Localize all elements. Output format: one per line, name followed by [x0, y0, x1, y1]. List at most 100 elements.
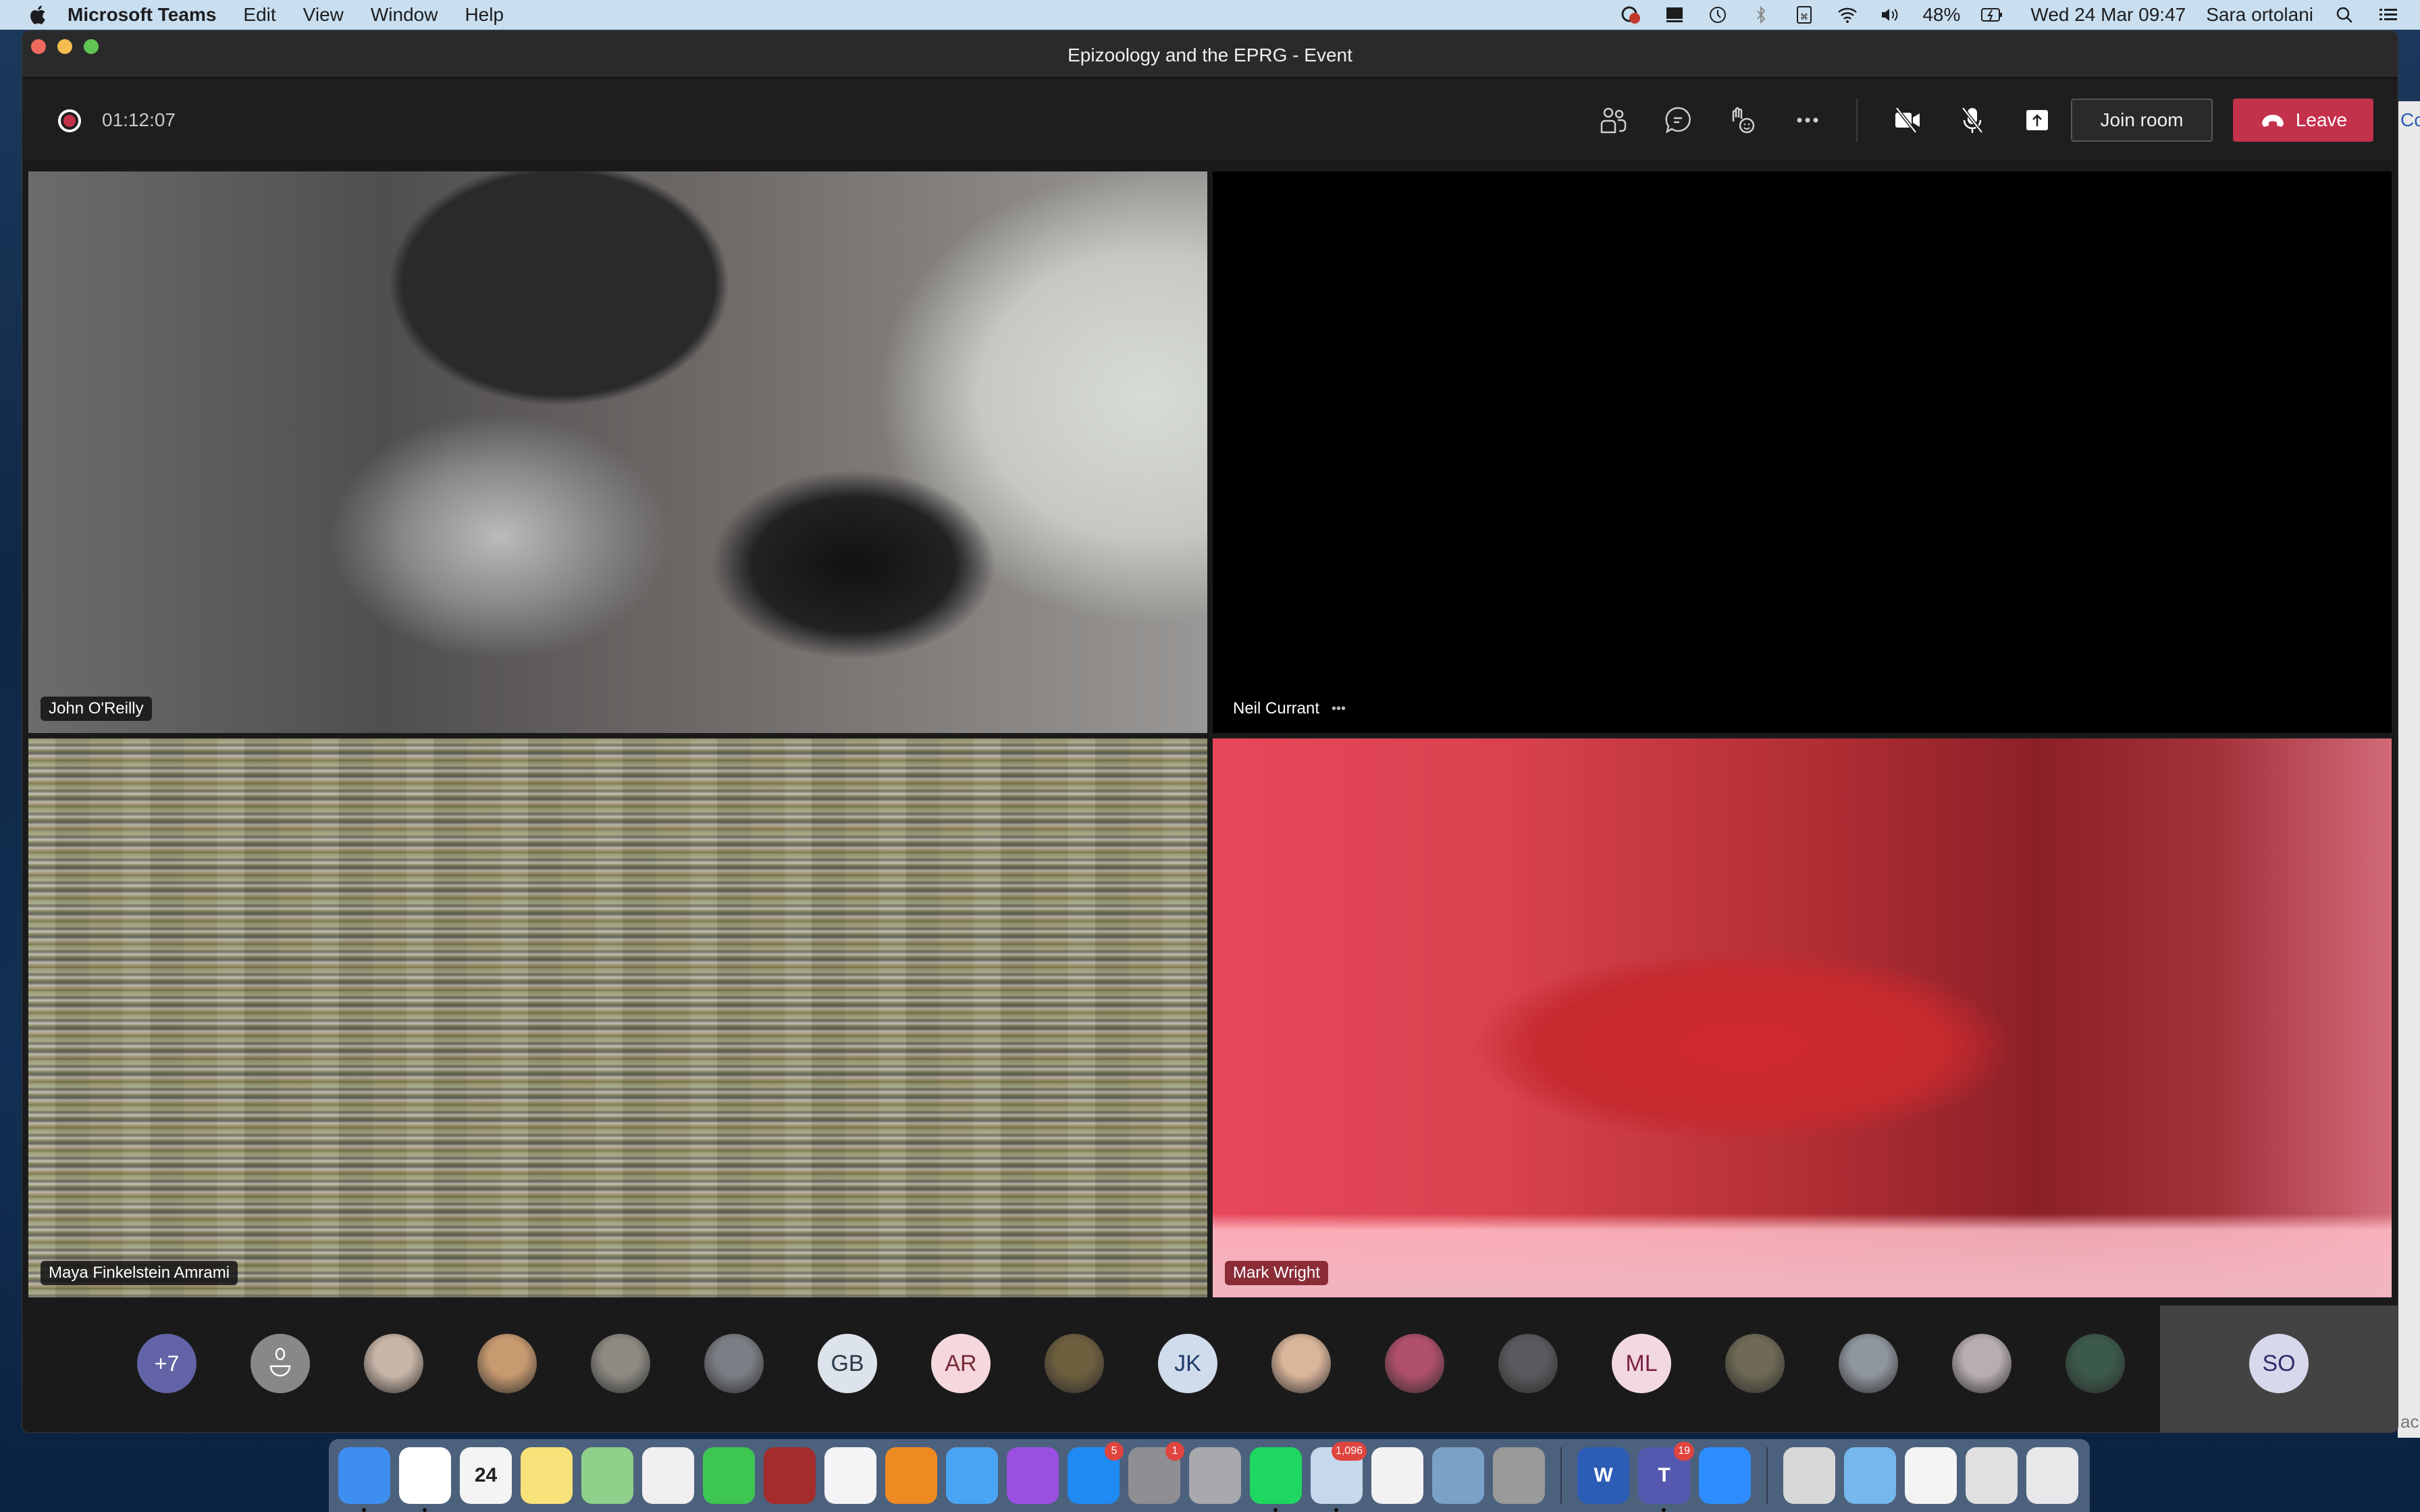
window-title: Epizoology and the EPRG - Event [1068, 45, 1352, 65]
mic-off-icon [1962, 107, 1983, 134]
dock-app-document[interactable] [1905, 1447, 1957, 1504]
dock: 24 5 1 1,096 W T 19 [329, 1439, 2090, 1512]
participant-avatar-photo[interactable] [2066, 1334, 2125, 1393]
participant-avatar-photo[interactable] [1045, 1334, 1104, 1393]
dock-app-preview[interactable] [1432, 1447, 1484, 1504]
participant-avatar-photo[interactable] [1385, 1334, 1444, 1393]
display-icon[interactable] [1663, 5, 1686, 24]
dock-app-teams[interactable]: T 19 [1638, 1442, 1694, 1512]
leave-button[interactable]: Leave [2233, 99, 2373, 142]
participant-avatar-photo[interactable] [1839, 1334, 1898, 1393]
participant-avatar-initials[interactable]: AR [931, 1334, 991, 1393]
dock-app-calendar[interactable]: 24 [460, 1447, 512, 1504]
dock-app-calculator[interactable] [1493, 1447, 1545, 1504]
dock-app-facetime[interactable] [703, 1447, 755, 1504]
menu-app-name[interactable]: Microsoft Teams [68, 4, 216, 26]
time-machine-icon[interactable] [1706, 5, 1729, 24]
dock-app-photo-booth[interactable] [764, 1447, 816, 1504]
dock-app-itunes[interactable] [824, 1447, 876, 1504]
recording-indicator-icon [58, 109, 81, 132]
menu-clock[interactable]: Wed 24 Mar 09:47 [2030, 4, 2186, 26]
participant-avatar-photo[interactable] [1725, 1334, 1785, 1393]
menu-user[interactable]: Sara ortolani [2206, 4, 2313, 26]
dock-app-app-store[interactable]: 5 [1068, 1442, 1124, 1504]
dock-app-podcasts[interactable] [1007, 1447, 1059, 1504]
dock-app-messages[interactable] [946, 1447, 998, 1504]
self-view-panel[interactable]: SO [2160, 1305, 2398, 1432]
camera-toggle-button[interactable] [1886, 99, 1929, 142]
dock-app-mail[interactable]: 1,096 [1311, 1442, 1367, 1512]
meeting-toolbar: 01:12:07 Join room Leave [22, 80, 2398, 161]
participant-avatar-photo[interactable] [704, 1334, 764, 1393]
spotlight-search-icon[interactable] [2334, 5, 2357, 24]
dock-app-notes[interactable] [521, 1447, 573, 1504]
dock-app-system-preferences[interactable]: 1 [1128, 1442, 1184, 1504]
dock-app-maps[interactable] [581, 1447, 633, 1504]
running-indicator [362, 1508, 366, 1512]
dock-app-photos[interactable] [1371, 1447, 1423, 1504]
dock-app-spotify[interactable] [1250, 1447, 1302, 1512]
dock-app-books[interactable] [885, 1447, 937, 1504]
participant-avatar-photo[interactable] [1271, 1334, 1331, 1393]
participant-avatar-initials[interactable]: JK [1158, 1334, 1217, 1393]
creative-cloud-icon[interactable] [1620, 5, 1643, 24]
background-window-text-bottom: ack [2400, 1411, 2420, 1432]
participant-avatar-photo[interactable] [591, 1334, 650, 1393]
bluetooth-icon[interactable] [1750, 5, 1772, 24]
battery-charging-icon[interactable] [1980, 5, 2003, 24]
keyboard-shortcut-icon[interactable]: ⌘ [1793, 5, 1816, 24]
apple-menu-icon[interactable] [27, 4, 47, 26]
menu-help[interactable]: Help [465, 4, 504, 26]
dock-app-downloads-stack[interactable] [1783, 1447, 1835, 1504]
overflow-participants-button[interactable]: +7 [137, 1334, 196, 1393]
participant-name-label: Mark Wright [1225, 1261, 1328, 1285]
menu-view[interactable]: View [303, 4, 344, 26]
dock-app-trash[interactable] [2026, 1447, 2078, 1504]
title-bar: Epizoology and the EPRG - Event [22, 31, 2398, 78]
mic-toggle-button[interactable] [1951, 99, 1994, 142]
dock-app-finder[interactable] [338, 1447, 390, 1512]
participant-avatar-initials[interactable]: ML [1612, 1334, 1671, 1393]
dock-app-screenshot[interactable] [1966, 1447, 2018, 1504]
participant-avatar-photo[interactable] [1498, 1334, 1558, 1393]
person-icon [269, 1347, 291, 1377]
participant-avatar-anonymous[interactable] [251, 1334, 310, 1393]
volume-icon[interactable] [1879, 5, 1902, 24]
dock-app-launchpad[interactable] [1189, 1447, 1241, 1504]
running-indicator [1662, 1508, 1666, 1512]
participant-strip: +7 GB AR JK ML SO [22, 1305, 2398, 1432]
dock-app-word[interactable]: W [1577, 1447, 1629, 1504]
dock-app-textedit[interactable] [642, 1447, 694, 1504]
camera-off-icon [1895, 107, 1920, 134]
self-avatar: SO [2249, 1334, 2309, 1393]
reactions-button[interactable] [1721, 99, 1764, 142]
join-room-button[interactable]: Join room [2071, 99, 2213, 142]
participant-avatar-photo[interactable] [1952, 1334, 2011, 1393]
notification-center-icon[interactable] [2377, 5, 2400, 24]
participant-name: John O'Reilly [49, 699, 144, 718]
participant-name-label: John O'Reilly [41, 697, 152, 721]
menu-window[interactable]: Window [371, 4, 438, 26]
video-tile-neil-currant[interactable]: Neil Currant ••• [1213, 171, 2392, 733]
video-tile-john-oreilly[interactable]: John O'Reilly [28, 171, 1207, 733]
share-screen-button[interactable] [2016, 99, 2059, 142]
dock-app-chrome[interactable] [399, 1447, 451, 1512]
dock-app-label: W [1594, 1464, 1613, 1486]
dock-app-zoom[interactable] [1699, 1447, 1751, 1504]
video-tile-mark-wright[interactable]: Mark Wright [1213, 738, 2392, 1297]
chat-button[interactable] [1656, 99, 1700, 142]
video-tile-maya-finkelstein-amrami[interactable]: Maya Finkelstein Amrami [28, 738, 1207, 1297]
participant-avatar-photo[interactable] [477, 1334, 537, 1393]
dock-app-folder[interactable] [1844, 1447, 1896, 1504]
participants-button[interactable] [1592, 99, 1635, 142]
participant-avatar-initials[interactable]: GB [818, 1334, 877, 1393]
menu-edit[interactable]: Edit [243, 4, 275, 26]
dock-badge: 5 [1105, 1442, 1124, 1461]
participant-avatar-photo[interactable] [364, 1334, 423, 1393]
participant-name-label: Neil Currant ••• [1225, 697, 1354, 721]
tile-more-options-icon[interactable]: ••• [1332, 701, 1346, 717]
wifi-icon[interactable] [1836, 5, 1859, 24]
background-window-text: Co [2400, 109, 2420, 130]
more-actions-button[interactable] [1786, 99, 1829, 142]
dock-app-label: 24 [474, 1464, 498, 1486]
